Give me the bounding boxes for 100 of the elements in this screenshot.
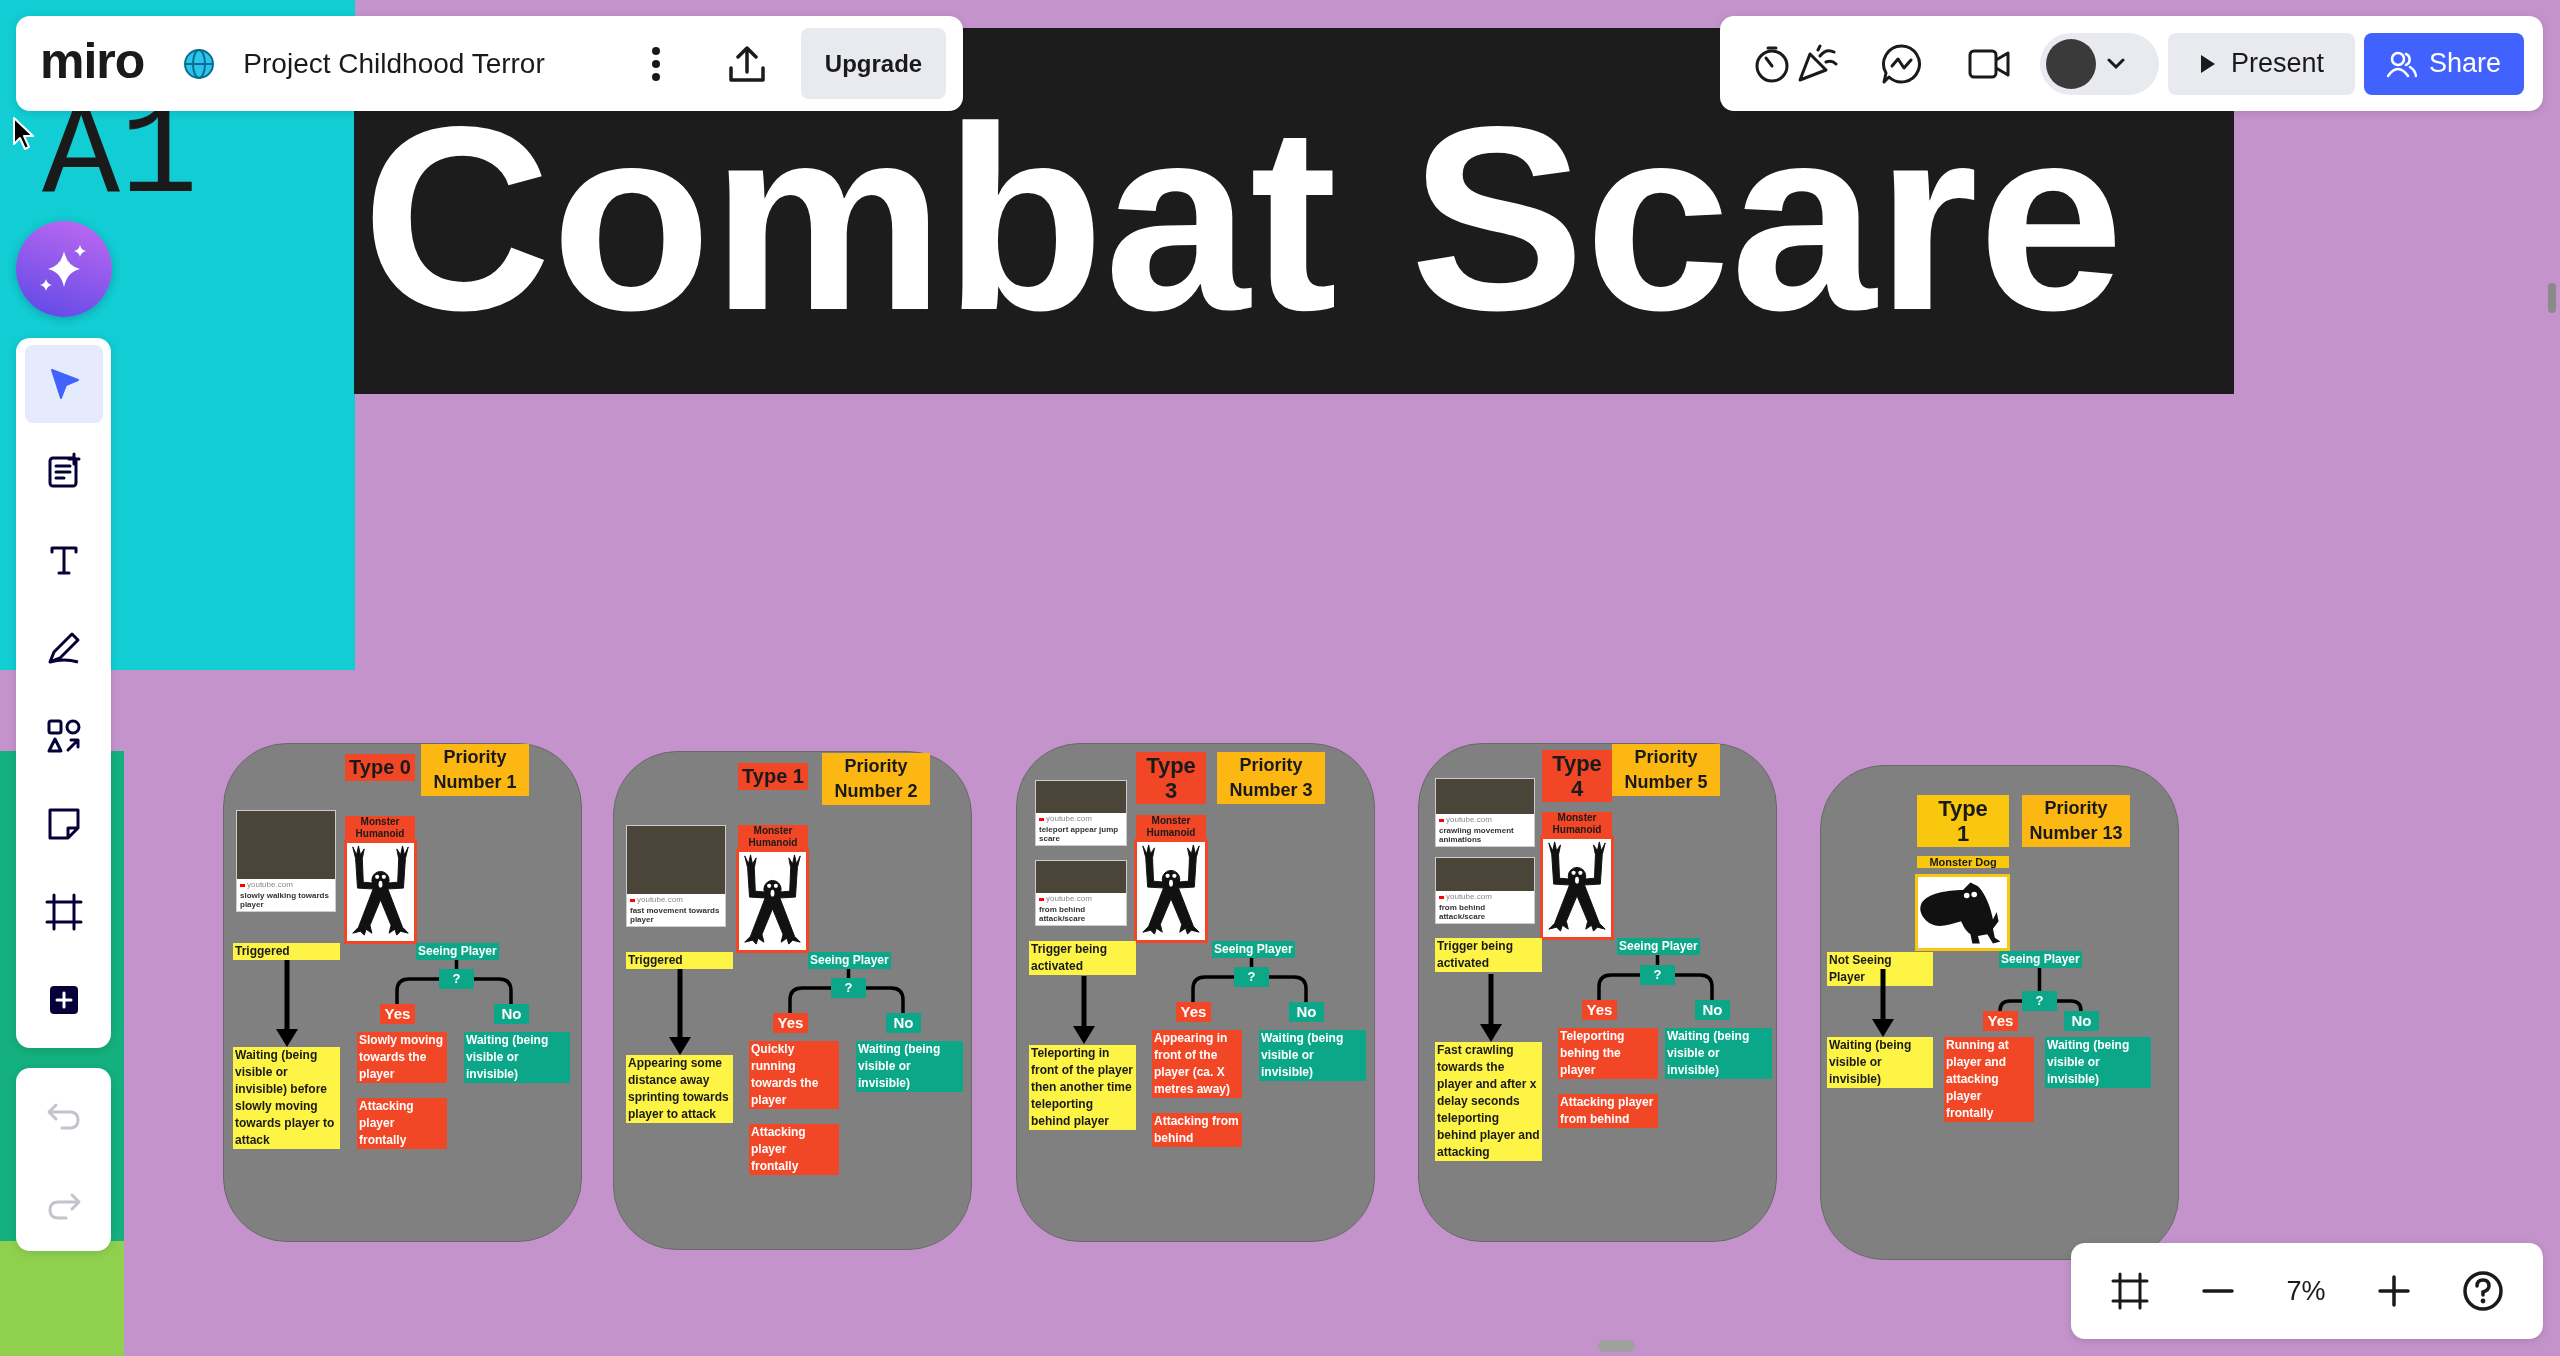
- source-text: youtube.com: [1046, 814, 1092, 824]
- trigger-note: Triggered: [626, 952, 733, 969]
- question-note: ?: [439, 969, 474, 989]
- yes-label: Yes: [1176, 1002, 1211, 1022]
- present-button[interactable]: Present: [2168, 32, 2355, 95]
- source-text: youtube.com: [247, 880, 293, 890]
- confetti-icon[interactable]: [1796, 43, 1840, 84]
- video-card[interactable]: youtube.com from behind attack/scare: [1435, 857, 1535, 924]
- yes-label: Yes: [380, 1004, 415, 1024]
- play-icon: [2198, 52, 2217, 75]
- outcome-note: Teleporting in front of the player then another time teleporting behind player: [1029, 1045, 1136, 1130]
- video-icon: [1039, 897, 1044, 901]
- no-label: No: [494, 1004, 529, 1024]
- monster-label: Monster Humanoid: [345, 816, 415, 840]
- type-label: Type 1: [738, 763, 808, 790]
- board-text: A1: [42, 92, 199, 222]
- video-caption: teleport appear jump scare: [1038, 823, 1120, 845]
- source-text: youtube.com: [1446, 815, 1492, 825]
- condition-note: Seeing Player: [1212, 941, 1295, 958]
- video-card[interactable]: youtube.com fast movement towards player: [626, 825, 726, 927]
- frame-icon[interactable]: [2110, 1271, 2151, 1311]
- outcome-note: Appearing in front of the player (ca. X metres away): [1152, 1030, 1242, 1098]
- priority-label: Priority Number 2: [822, 753, 930, 805]
- outcome-note: Waiting (being visible or invisible): [2045, 1037, 2151, 1088]
- outcome-note: Appearing some distance away sprinting towards player to attack: [626, 1055, 733, 1123]
- type-label: Type 1: [1917, 795, 2009, 847]
- trigger-note: Triggered: [233, 943, 340, 960]
- priority-label: Priority Number 1: [421, 744, 529, 796]
- video-caption: fast movement towards player: [629, 904, 721, 926]
- globe-icon[interactable]: [183, 47, 216, 80]
- question-note: ?: [1640, 965, 1675, 985]
- type-label: Type 3: [1136, 752, 1206, 804]
- question-note: ?: [1234, 967, 1269, 987]
- type-label: Type 4: [1542, 750, 1612, 802]
- monster-label: Monster Humanoid: [738, 825, 808, 849]
- priority-label: Priority Number 3: [1217, 752, 1325, 804]
- outcome-note: Attacking player from behind: [1558, 1094, 1658, 1128]
- people-icon: [2386, 49, 2417, 78]
- no-label: No: [1289, 1002, 1324, 1022]
- outcome-note: Waiting (being visible or invisible): [464, 1032, 570, 1083]
- video-icon: [1439, 895, 1444, 899]
- question-note: ?: [831, 978, 866, 998]
- zoom-level[interactable]: 7%: [2286, 1277, 2326, 1305]
- video-card[interactable]: youtube.com from behind attack/scare: [1035, 860, 1127, 926]
- video-caption: slowly walking towards player: [239, 889, 330, 911]
- outcome-note: Fast crawling towards the player and after x delay seconds teleporting behind player and attacking: [1435, 1042, 1542, 1161]
- video-icon: [240, 883, 245, 887]
- caret-icon: [2106, 57, 2126, 70]
- outcome-note: Slowly moving towards the player: [357, 1032, 447, 1083]
- condition-note: Seeing Player: [416, 943, 499, 960]
- monster-label: Monster Dog: [1917, 856, 2009, 868]
- video-card[interactable]: youtube.com crawling movement animations: [1435, 778, 1535, 847]
- condition-note: Seeing Player: [808, 952, 891, 969]
- board-title[interactable]: Project Childhood Terror: [243, 49, 545, 78]
- help-icon[interactable]: [2461, 1270, 2504, 1312]
- frame-icon: [43, 892, 84, 932]
- priority-label: Priority Number 5: [1612, 744, 1720, 796]
- video-icon: [630, 898, 635, 902]
- monster-label: Monster Humanoid: [1136, 815, 1206, 839]
- trigger-note: Not Seeing Player: [1827, 952, 1933, 986]
- scrollbar-thumb[interactable]: [1598, 1340, 1635, 1352]
- outcome-note: Waiting (being visible or invisible): [1259, 1030, 1366, 1081]
- video-icon: [1439, 818, 1444, 822]
- chat-icon[interactable]: [1880, 41, 1924, 86]
- upload-icon[interactable]: [727, 43, 767, 84]
- scrollbar-thumb[interactable]: [2548, 283, 2556, 313]
- video-caption: from behind attack/scare: [1038, 903, 1087, 925]
- type-label: Type 0: [345, 754, 415, 781]
- source-text: youtube.com: [1046, 894, 1092, 904]
- outcome-note: Attacking from behind: [1152, 1113, 1242, 1147]
- yes-label: Yes: [1582, 1000, 1617, 1020]
- outcome-note: Waiting (being visible or invisible): [1665, 1028, 1772, 1079]
- outcome-note: Waiting (being visible or invisible): [856, 1041, 963, 1092]
- question-note: ?: [2022, 991, 2057, 1011]
- video-card[interactable]: youtube.com teleport appear jump scare: [1035, 780, 1127, 846]
- monster-label: Monster Humanoid: [1542, 812, 1612, 836]
- down-arrow: [1872, 969, 1894, 1037]
- down-arrow: [1073, 976, 1095, 1044]
- outcome-note: Waiting (being visible or invisible) before slowly moving towards player to attack: [233, 1047, 340, 1149]
- yes-label: Yes: [1983, 1011, 2018, 1031]
- no-label: No: [1695, 1000, 1730, 1020]
- outcome-note: Teleporting behing the player: [1558, 1028, 1658, 1079]
- video-caption: crawling movement animations: [1438, 824, 1515, 846]
- source-text: youtube.com: [637, 895, 683, 905]
- video-icon: [1039, 817, 1044, 821]
- no-label: No: [886, 1013, 921, 1033]
- share-button[interactable]: Share: [2364, 32, 2524, 95]
- outcome-note: Waiting (being visible or invisible): [1827, 1037, 1933, 1088]
- more-icon[interactable]: [651, 45, 661, 82]
- video-card[interactable]: youtube.com slowly walking towards player: [236, 810, 336, 912]
- zoom-in-icon[interactable]: [2375, 1273, 2412, 1309]
- condition-note: Seeing Player: [1617, 938, 1700, 955]
- cursor-icon: [12, 116, 36, 152]
- outcome-note: Attacking player frontally: [357, 1098, 447, 1149]
- avatar: [2046, 38, 2096, 89]
- logo[interactable]: miro: [40, 35, 145, 86]
- outcome-note: Running at player and attacking player frontally: [1944, 1037, 2034, 1122]
- trigger-note: Trigger being activated: [1029, 941, 1136, 975]
- source-text: youtube.com: [1446, 892, 1492, 902]
- trigger-note: Trigger being activated: [1435, 938, 1542, 972]
